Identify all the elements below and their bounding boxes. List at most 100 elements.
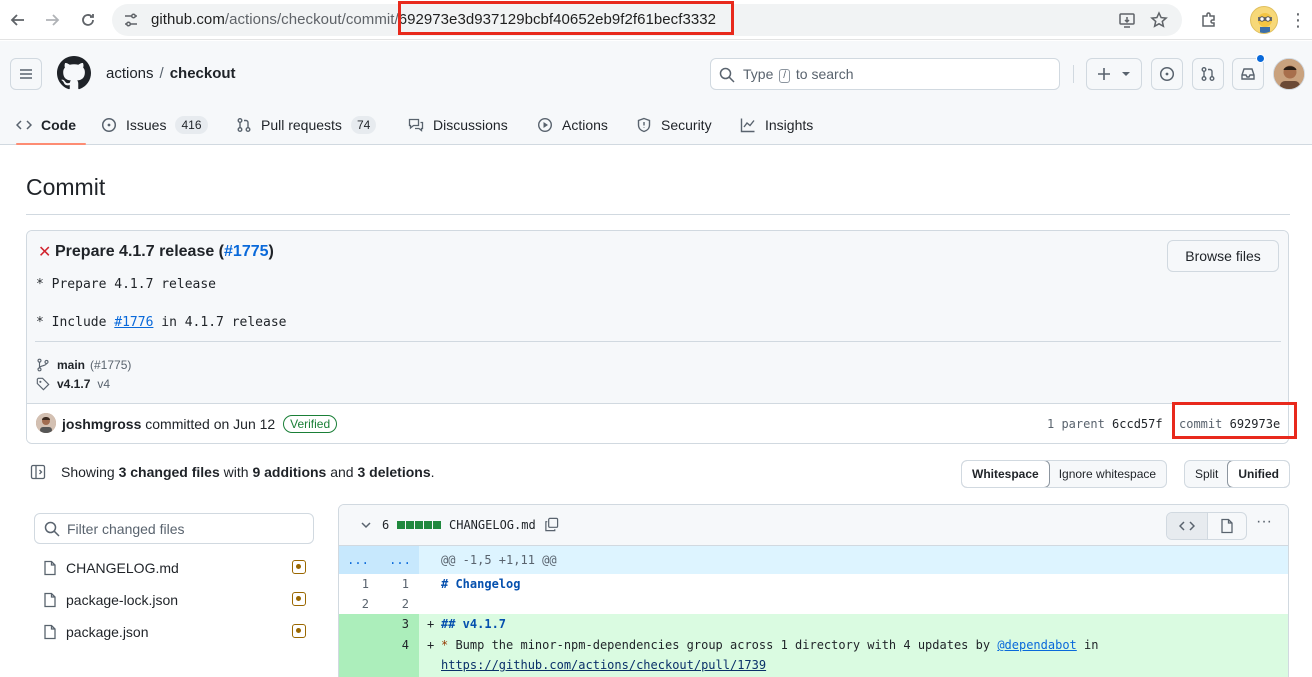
split-button[interactable]: Split	[1185, 461, 1228, 487]
code-view-button[interactable]	[1167, 513, 1207, 539]
file-tree-item[interactable]: package.json	[42, 622, 308, 642]
sidebar-expand-icon[interactable]	[30, 464, 46, 480]
install-app-icon[interactable]	[1114, 7, 1140, 33]
diff-file-name[interactable]: CHANGELOG.md	[449, 518, 536, 532]
forward-icon[interactable]	[39, 7, 65, 33]
pull-requests-button[interactable]	[1192, 58, 1224, 90]
file-tree-item[interactable]: package-lock.json	[42, 590, 308, 610]
tab-code[interactable]: Code	[16, 104, 86, 145]
tab-actions-label: Actions	[562, 116, 608, 133]
ignore-whitespace-button[interactable]: Ignore whitespace	[1049, 461, 1166, 487]
verified-badge[interactable]: Verified	[283, 415, 338, 433]
site-settings-icon[interactable]	[122, 11, 140, 29]
user-avatar[interactable]	[1273, 58, 1305, 90]
new-line-number[interactable]: 4	[377, 638, 409, 652]
extensions-icon[interactable]	[1196, 7, 1222, 33]
tab-pull-requests[interactable]: Pull requests 74	[236, 104, 377, 145]
issues-count-badge: 416	[175, 115, 208, 134]
create-new-button[interactable]	[1086, 58, 1142, 90]
tab-discussions-label: Discussions	[433, 116, 508, 133]
tag-name[interactable]: v4.1.7	[57, 377, 90, 391]
tab-insights[interactable]: Insights	[740, 104, 813, 145]
summary-end: .	[430, 464, 435, 480]
expand-hunk-a[interactable]: ...	[339, 553, 377, 567]
commit-details-box: ✕ Prepare 4.1.7 release (#1775) Browse f…	[26, 230, 1289, 444]
old-line-number[interactable]: 1	[339, 577, 369, 591]
browse-files-button[interactable]: Browse files	[1167, 240, 1279, 272]
filter-placeholder: Filter changed files	[67, 521, 185, 537]
diff-stat-bars	[397, 521, 441, 529]
file-diff: 6 CHANGELOG.md ··· ... ... @@ -1,5 +1,11…	[338, 504, 1289, 677]
old-line-number[interactable]: 2	[339, 597, 369, 611]
new-line-number[interactable]: 2	[377, 597, 409, 611]
browser-menu-icon[interactable]: ⋮	[1289, 9, 1307, 31]
summary-additions: 9 additions	[252, 464, 327, 480]
menu-icon[interactable]	[10, 58, 42, 90]
new-line-number[interactable]: 3	[377, 617, 409, 631]
graph-icon	[740, 118, 755, 132]
repo-owner-link[interactable]: actions	[106, 65, 154, 82]
back-icon[interactable]	[5, 7, 31, 33]
hunk-header-text: @@ -1,5 +1,11 @@	[441, 553, 557, 567]
tab-security-label: Security	[661, 116, 712, 133]
commit-pr-link[interactable]: #1775	[224, 243, 269, 260]
git-pull-request-icon	[1201, 67, 1215, 81]
user-mention-link[interactable]: @dependabot	[997, 638, 1076, 652]
commit-message-line-2: * Include #1776 in 4.1.7 release	[36, 315, 286, 330]
filter-files-input[interactable]: Filter changed files	[34, 513, 314, 544]
reload-icon[interactable]	[75, 7, 101, 33]
copy-icon[interactable]	[544, 517, 559, 532]
page-title: Commit	[26, 174, 106, 200]
status-failed-icon[interactable]: ✕	[38, 242, 51, 262]
summary-with: with	[223, 464, 249, 480]
bookmark-star-icon[interactable]	[1146, 7, 1172, 33]
notification-dot	[1256, 54, 1265, 63]
repo-name-link[interactable]: checkout	[170, 65, 236, 82]
diff-line-added: 4 + * Bump the minor-npm-dependencies gr…	[339, 634, 1288, 677]
parent-sha-link[interactable]: 6ccd57f	[1112, 417, 1163, 431]
commit-author-row: joshmgross committed on Jun 12 Verified …	[27, 403, 1288, 443]
tag-icon	[36, 377, 50, 391]
commit-sha-highlight	[1172, 402, 1297, 439]
chevron-down-icon[interactable]	[359, 518, 373, 532]
parent-info: 1 parent 6ccd57f	[1047, 417, 1163, 431]
tab-security[interactable]: Security	[636, 104, 712, 145]
new-line-number[interactable]: 1	[377, 577, 409, 591]
branch-name[interactable]: main	[57, 358, 85, 372]
search-input[interactable]: Type / to search	[710, 58, 1060, 90]
whitespace-button[interactable]: Whitespace	[962, 461, 1050, 487]
shield-icon	[637, 117, 651, 132]
kebab-horizontal-icon[interactable]: ···	[1255, 514, 1273, 533]
diff-line-added: 3 + ## v4.1.7	[339, 614, 1288, 634]
msg2-suffix: in 4.1.7 release	[153, 315, 287, 330]
author-avatar[interactable]	[36, 413, 56, 433]
tab-actions[interactable]: Actions	[537, 104, 608, 145]
comment-discussion-icon	[408, 118, 424, 132]
search-icon	[44, 521, 60, 537]
issues-button[interactable]	[1151, 58, 1183, 90]
view-mode-toggle: Split Unified	[1184, 460, 1291, 488]
diff-view-toggle	[1166, 512, 1247, 540]
tab-issues[interactable]: Issues 416	[101, 104, 208, 145]
expand-hunk-b[interactable]: ...	[381, 553, 419, 567]
author-link[interactable]: joshmgross	[62, 416, 141, 432]
summary-showing: Showing	[61, 464, 115, 480]
branch-row[interactable]: main (#1775)	[36, 358, 131, 372]
issue-link-1776[interactable]: #1776	[114, 315, 153, 330]
file-icon	[1221, 518, 1233, 534]
github-logo-icon[interactable]	[57, 56, 91, 90]
code-icon	[1178, 521, 1195, 531]
file-view-button[interactable]	[1206, 513, 1247, 539]
msg2-prefix: * Include	[36, 315, 115, 330]
tab-discussions[interactable]: Discussions	[408, 104, 508, 145]
file-tree-item[interactable]: CHANGELOG.md	[42, 558, 308, 578]
tag-row[interactable]: v4.1.7 v4	[36, 377, 110, 391]
browser-profile-avatar[interactable]	[1250, 6, 1278, 34]
diff-line-tail: in	[1076, 638, 1099, 652]
file-icon	[44, 624, 56, 640]
pull-request-url-link[interactable]: https://github.com/actions/checkout/pull…	[441, 658, 766, 672]
file-modified-icon	[292, 624, 306, 638]
unified-button[interactable]: Unified	[1227, 461, 1290, 487]
diff-line: 1 1 # Changelog	[339, 574, 1288, 594]
url-hash-highlight	[398, 1, 734, 35]
